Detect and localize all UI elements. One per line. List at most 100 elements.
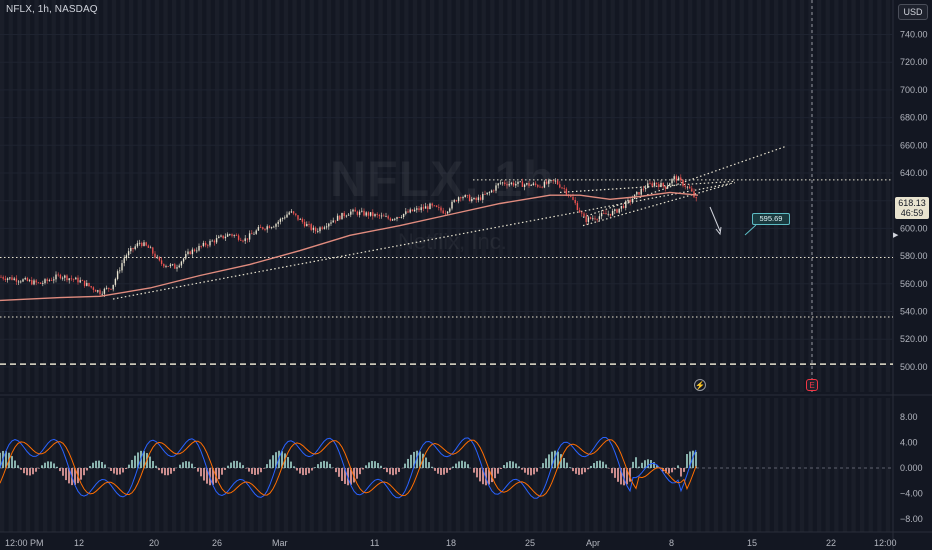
- histogram-bar: [236, 460, 238, 468]
- histogram-bar: [371, 460, 373, 468]
- candle-body: [196, 250, 198, 252]
- earnings-event-icon[interactable]: E: [806, 379, 818, 391]
- candle-body: [257, 227, 260, 231]
- session-stripe: [111, 0, 117, 532]
- candle-body: [226, 234, 229, 237]
- current-price-value: 618.13: [898, 198, 926, 208]
- chart-area[interactable]: 740.00720.00700.00680.00660.00640.00620.…: [0, 0, 932, 550]
- oscillator-tick-label: −4.00: [900, 488, 923, 498]
- candle-body: [380, 215, 383, 217]
- candle-body: [442, 210, 444, 214]
- histogram-bar: [98, 460, 100, 468]
- session-stripe: [507, 0, 512, 532]
- histogram-bar: [533, 468, 535, 475]
- histogram-bar: [113, 468, 115, 474]
- session-stripe: [791, 0, 796, 532]
- histogram-bar: [254, 468, 256, 475]
- candle-body: [440, 207, 442, 211]
- session-stripe: [533, 0, 538, 532]
- session-stripe: [77, 0, 82, 532]
- candle-body: [334, 220, 337, 222]
- histogram-bar: [326, 461, 328, 468]
- histogram-bar: [314, 467, 316, 468]
- histogram-bar: [242, 465, 244, 468]
- candle-body: [609, 213, 612, 216]
- histogram-bar: [563, 458, 565, 468]
- candle-body: [372, 212, 374, 217]
- histogram-bar: [542, 463, 544, 468]
- session-stripe: [352, 0, 357, 532]
- scroll-right-icon[interactable]: ▶: [893, 231, 898, 239]
- session-stripe: [524, 0, 529, 532]
- candle-body: [70, 278, 73, 280]
- time-tick-label: 12: [74, 538, 84, 548]
- session-stripe: [559, 0, 564, 532]
- histogram-bar: [131, 459, 133, 468]
- candle-body: [200, 245, 202, 247]
- session-stripe: [378, 0, 383, 532]
- candle-body: [394, 218, 396, 220]
- session-stripe: [68, 0, 74, 532]
- candle-body: [589, 217, 592, 219]
- candle-body: [583, 213, 585, 217]
- histogram-bar: [14, 460, 16, 468]
- histogram-bar: [695, 451, 697, 468]
- histogram-bar: [671, 468, 673, 473]
- target-price-label[interactable]: 595.69: [752, 213, 790, 225]
- price-tick-label: 740.00: [900, 30, 928, 40]
- chart-svg[interactable]: 740.00720.00700.00680.00660.00640.00620.…: [0, 0, 932, 550]
- candle-body: [147, 245, 150, 248]
- currency-button[interactable]: USD: [898, 4, 928, 20]
- session-stripe: [696, 0, 701, 532]
- candle-body: [367, 212, 370, 216]
- candle-body: [266, 226, 268, 230]
- candle-body: [308, 224, 310, 225]
- histogram-bar: [185, 461, 187, 468]
- candle-body: [114, 278, 117, 285]
- candle-body: [211, 240, 213, 242]
- candle-body: [248, 233, 251, 240]
- histogram-bar: [119, 468, 121, 475]
- candle-body: [193, 249, 196, 251]
- histogram-bar: [515, 463, 517, 468]
- histogram-bar: [431, 466, 433, 468]
- histogram-bar: [545, 458, 547, 468]
- histogram-bar: [92, 462, 94, 468]
- histogram-bar: [392, 468, 394, 476]
- session-stripe: [645, 0, 650, 532]
- histogram-bar: [200, 468, 202, 477]
- lightning-icon[interactable]: ⚡: [694, 379, 706, 391]
- histogram-bar: [149, 456, 151, 468]
- session-stripe: [301, 0, 306, 532]
- candle-body: [391, 219, 394, 221]
- histogram-bar: [62, 468, 64, 476]
- candle-body: [620, 205, 623, 209]
- candle-body: [127, 251, 130, 256]
- candle-body: [2, 277, 4, 279]
- candle-body: [94, 289, 97, 292]
- price-tick-label: 540.00: [900, 307, 928, 317]
- candle-body: [618, 208, 620, 213]
- price-tick-label: 560.00: [900, 279, 928, 289]
- session-stripe: [283, 0, 289, 532]
- candle-body: [301, 218, 304, 222]
- candle-body: [671, 179, 673, 184]
- histogram-bar: [638, 466, 640, 468]
- candle-body: [312, 227, 315, 230]
- candle-body: [638, 192, 640, 195]
- symbol-title[interactable]: NFLX, 1h, NASDAQ: [6, 4, 98, 15]
- candle-body: [345, 215, 348, 217]
- candle-body: [290, 211, 293, 213]
- histogram-bar: [65, 468, 67, 481]
- price-tick-label: 700.00: [900, 85, 928, 95]
- candle-body: [270, 227, 273, 229]
- candle-body: [649, 183, 651, 185]
- candle-body: [130, 248, 132, 252]
- candle-body: [603, 213, 605, 214]
- histogram-bar: [509, 461, 511, 468]
- time-tick-label: 8: [669, 538, 674, 548]
- candle-body: [363, 210, 365, 216]
- histogram-bar: [152, 461, 154, 468]
- candle-body: [97, 290, 99, 292]
- session-stripe: [765, 0, 770, 532]
